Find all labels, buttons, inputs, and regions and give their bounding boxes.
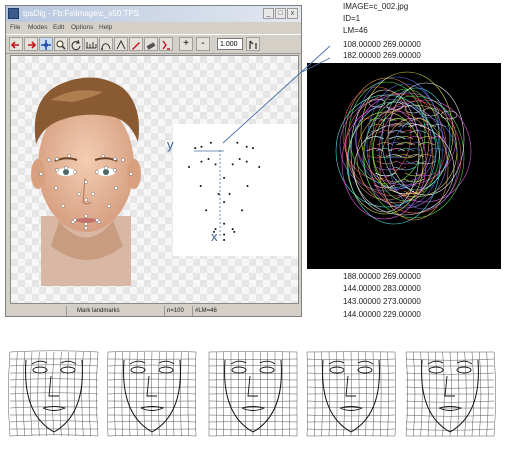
nose-line <box>345 375 356 397</box>
grid-line <box>158 351 160 437</box>
grid-line <box>394 351 397 437</box>
grid-line <box>30 351 33 437</box>
eye-outline <box>259 366 275 374</box>
grid-line <box>128 351 131 437</box>
eye-outline <box>32 366 48 374</box>
grid-line <box>107 406 197 409</box>
grid-line <box>66 351 69 437</box>
grid-line <box>208 351 298 353</box>
grid-line <box>107 350 197 353</box>
eye-outline <box>456 366 472 374</box>
grid-line <box>350 351 353 437</box>
grid-line <box>306 386 396 389</box>
grid-line <box>37 351 40 437</box>
mouth-outline <box>438 406 463 411</box>
deformation-grid-face <box>106 350 197 437</box>
deformation-grid-face <box>405 351 496 437</box>
grid-line <box>15 351 18 437</box>
grid-line <box>405 414 495 417</box>
grid-line <box>306 400 396 403</box>
grid-line <box>9 364 99 367</box>
nose-line <box>444 375 455 397</box>
eye-outline <box>60 366 76 374</box>
deformation-grid-face <box>208 351 298 437</box>
grid-line <box>121 351 123 437</box>
grid-line <box>306 372 396 375</box>
grid-line <box>107 364 197 367</box>
grid-line <box>150 351 153 437</box>
grid-line <box>9 350 99 353</box>
grid-line <box>187 351 189 437</box>
grid-line <box>9 420 99 423</box>
grid-line <box>143 351 145 437</box>
grid-line <box>493 351 496 437</box>
grid-line <box>136 351 138 437</box>
grid-line <box>405 428 495 431</box>
grid-line <box>165 351 167 437</box>
eye-outline <box>130 366 146 374</box>
grid-line <box>114 351 116 437</box>
grid-line <box>107 378 197 381</box>
grid-line <box>405 358 495 361</box>
eye-outline <box>357 366 373 374</box>
brow-line <box>129 360 175 365</box>
eye-outline <box>428 366 444 374</box>
grid-line <box>107 420 197 423</box>
grid-line <box>343 351 345 437</box>
deformation-grid-face <box>8 350 99 437</box>
grid-line <box>306 414 396 417</box>
grid-line <box>106 351 109 437</box>
grid-line <box>22 351 25 437</box>
mouth-outline <box>42 406 67 411</box>
eye-outline <box>231 366 247 374</box>
mouth-outline <box>339 406 364 411</box>
brow-line <box>328 360 374 365</box>
grid-line <box>88 351 91 437</box>
grid-line <box>107 392 197 395</box>
grid-line <box>172 351 175 437</box>
grid-line <box>8 351 11 437</box>
deformation-grids <box>8 350 496 437</box>
grid-line <box>358 351 360 437</box>
deformation-grid-face <box>306 351 397 437</box>
grid-line <box>74 351 77 437</box>
